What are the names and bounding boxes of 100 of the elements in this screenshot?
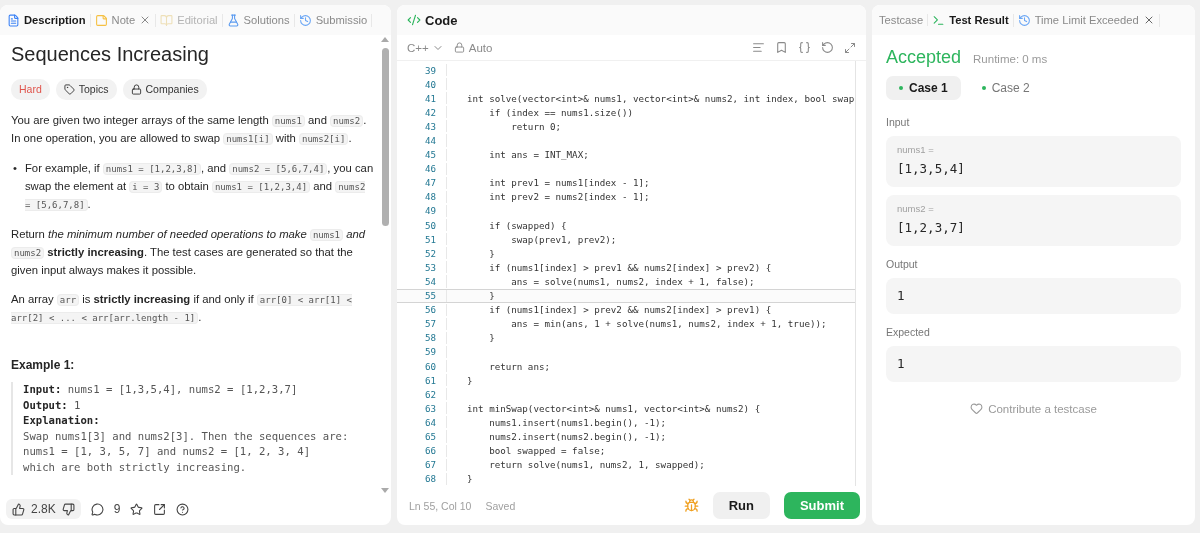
bug-icon[interactable] xyxy=(683,498,699,513)
book-icon xyxy=(160,13,174,27)
line-number: 55 xyxy=(397,289,447,302)
heart-icon xyxy=(970,402,984,415)
tag[interactable]: Companies xyxy=(122,79,207,100)
lock-icon xyxy=(453,42,465,53)
run-button[interactable]: Run xyxy=(712,492,770,519)
code-line: if (swapped) { xyxy=(488,219,567,231)
line-number: 40 xyxy=(397,78,447,91)
line-number: 52 xyxy=(397,247,447,260)
code-line: swap(prev1, prev2); xyxy=(510,233,617,245)
flask-icon xyxy=(226,13,240,27)
line-number: 48 xyxy=(397,190,447,203)
expand-icon[interactable] xyxy=(844,41,856,54)
problem-title: Sequences Increasing xyxy=(11,42,210,67)
comment-count: 9 xyxy=(113,502,121,516)
line-number: 43 xyxy=(397,120,447,133)
submit-button[interactable]: Submit xyxy=(783,492,860,519)
tab[interactable]: Submissio xyxy=(294,13,373,27)
line-number: 49 xyxy=(397,204,447,218)
share-icon[interactable] xyxy=(153,502,167,516)
star-icon[interactable] xyxy=(130,502,144,516)
value: 1 xyxy=(897,355,906,373)
bullet-marker: • xyxy=(13,161,17,176)
code-line: if (index == nums1.size()) xyxy=(488,106,633,118)
thumbs-down-icon[interactable] xyxy=(61,502,75,516)
example-line: Input: nums1 = [1,3,5,4], nums2 = [1,2,3,7] xyxy=(23,382,299,397)
braces-icon[interactable] xyxy=(798,41,811,54)
line-number: 63 xyxy=(397,402,447,415)
line-number: 68 xyxy=(397,472,447,485)
paragraph: You are given two integer arrays of the same length nums1 and nums2 . In one operation, you are allowed to swap nums1[i] with nums2[i] . xyxy=(11,113,368,147)
language-selector[interactable]: C++ xyxy=(407,41,444,54)
tab[interactable]: Description xyxy=(3,13,91,27)
code-line: return ans; xyxy=(488,360,550,372)
tag[interactable]: Hard xyxy=(11,79,50,100)
code-line: bool swapped = false; xyxy=(488,445,606,457)
code-line: } xyxy=(488,290,495,302)
line-number: 64 xyxy=(397,416,447,429)
value: [1,3,5,4] xyxy=(897,160,966,178)
line-number: 67 xyxy=(397,458,447,471)
code-line: } xyxy=(466,374,473,386)
example-line: Explanation: xyxy=(23,413,101,428)
thumbs-up-icon[interactable] xyxy=(12,502,25,516)
format-icon[interactable] xyxy=(752,41,765,54)
help-icon[interactable] xyxy=(176,502,190,516)
example-line: Output: 1 xyxy=(23,397,82,413)
paragraph: An array arr is strictly increasing if and only if arr[0] < arr[1] < arr[2] < ... < arr[arr.length - 1] . xyxy=(11,292,353,326)
line-number: 50 xyxy=(397,219,447,232)
code-line: return solve(nums1, nums2, 1, swapped); xyxy=(488,459,705,471)
code-line: if (nums1[index] > prev2 && nums2[index] > prev1) { xyxy=(488,304,772,316)
code-line: int prev2 = nums2[index - 1]; xyxy=(488,191,650,203)
line-number: 46 xyxy=(397,162,447,175)
code-line: int ans = INT_MAX; xyxy=(488,149,589,161)
code-line: int prev1 = nums1[index - 1]; xyxy=(488,177,650,189)
history-icon xyxy=(1017,13,1031,27)
line-number: 53 xyxy=(397,261,447,274)
tab[interactable]: Solutions xyxy=(222,13,295,27)
section-label: Output xyxy=(886,258,919,270)
code-line: int solve(vector<int>& nums1, vector<int>& nums2, int index, bool swap xyxy=(466,92,855,104)
case-tab[interactable]: Case 2 xyxy=(968,76,1043,100)
panel-title: Code xyxy=(425,12,458,28)
code-line: if (nums1[index] > prev1 && nums2[index] > prev2) { xyxy=(488,261,772,273)
line-number: 61 xyxy=(397,374,447,387)
tab[interactable]: Test Result xyxy=(928,13,1014,27)
like-count: 2.8K xyxy=(31,502,56,516)
bookmark-icon[interactable] xyxy=(775,41,788,54)
contribute-link[interactable]: Contribute a testcase xyxy=(886,402,1181,415)
save-status: Saved xyxy=(485,499,516,512)
tag-icon xyxy=(63,84,75,95)
paragraph: Return the minimum number of needed operations to make nums1 and nums2 strictly increasing. The test cases are generated so that the given input always makes it possible. xyxy=(11,227,367,278)
example-line: Swap nums1[3] and nums2[3]. Then the sequences are: nums1 = [1, 3, 5, 7] and nums2 = [1, 2, 3, 4] which are both strictly increasing. xyxy=(23,428,350,475)
line-number: 44 xyxy=(397,134,447,147)
variable-name: nums1 = xyxy=(897,144,935,155)
tab[interactable]: Time Limit Exceeded xyxy=(1013,13,1160,27)
case-tab[interactable]: Case 1 xyxy=(886,76,961,100)
code-editor[interactable] xyxy=(397,61,856,486)
tab[interactable]: Testcase xyxy=(875,14,929,26)
code-line: nums2.insert(nums2.begin(), -1); xyxy=(488,431,667,442)
tag[interactable]: Topics xyxy=(55,79,117,100)
line-number: 54 xyxy=(397,275,447,288)
tab[interactable]: Note xyxy=(90,13,157,27)
document-icon xyxy=(7,13,20,27)
code-line: ans = solve(nums1, nums2, index + 1, false); xyxy=(510,275,755,287)
line-number: 51 xyxy=(397,233,447,246)
lock-icon xyxy=(130,84,142,95)
terminal-icon xyxy=(932,13,946,27)
line-number: 57 xyxy=(397,317,447,330)
runtime: Runtime: 0 ms xyxy=(973,53,1048,65)
bullet-item: For example, if nums1 = [1,2,3,8] , and nums2 = [5,6,7,4] , you can swap the element at i = 3 to obtain nums1 = [1,2,3,4] and nums2 = [5,6,7,8] . xyxy=(24,161,375,213)
section-label: Expected xyxy=(886,326,931,338)
comment-icon[interactable] xyxy=(90,502,104,516)
code-line: } xyxy=(466,473,473,485)
example-title: Example 1: xyxy=(11,357,76,374)
like-group[interactable]: 2.8K xyxy=(6,499,81,519)
value: 1 xyxy=(897,287,906,305)
line-number: 47 xyxy=(397,176,447,189)
reset-icon[interactable] xyxy=(821,41,834,54)
note-icon xyxy=(94,13,108,27)
value: [1,2,3,7] xyxy=(897,219,966,237)
code-line: } xyxy=(488,247,495,259)
